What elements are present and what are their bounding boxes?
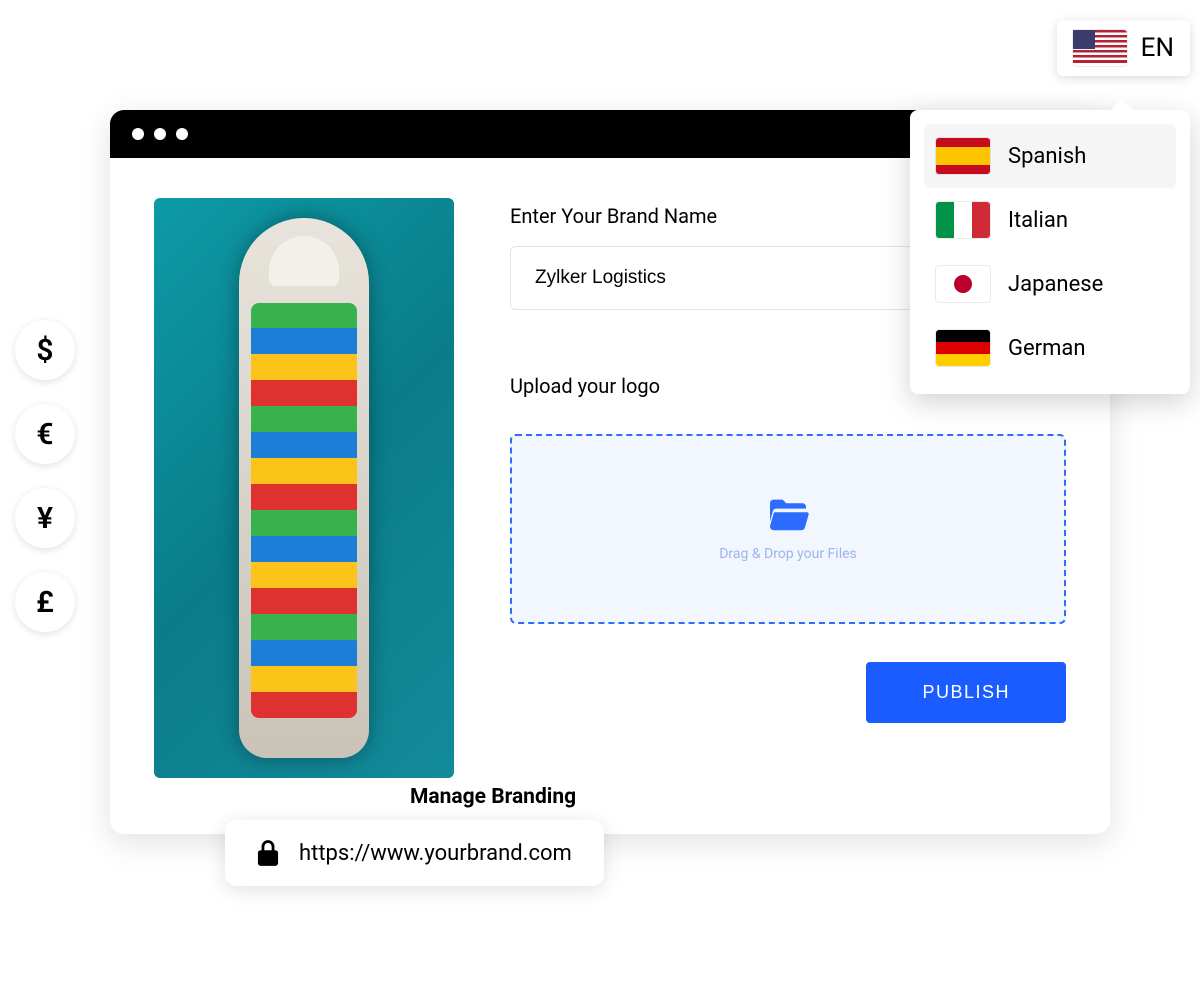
currency-chip-usd[interactable]: $ <box>15 320 75 380</box>
language-dropdown: Spanish Italian Japanese German <box>910 110 1190 394</box>
manage-branding-caption: Manage Branding <box>410 785 576 809</box>
language-option-label: Italian <box>1008 208 1068 233</box>
logo-dropzone[interactable]: Drag & Drop your Files <box>510 434 1066 624</box>
flag-it-icon <box>936 202 990 238</box>
language-option-italian[interactable]: Italian <box>924 188 1176 252</box>
currency-chip-eur[interactable]: € <box>15 404 75 464</box>
window-dot <box>154 128 166 140</box>
currency-rail: $ € ¥ £ <box>15 320 75 632</box>
flag-us-icon <box>1073 30 1127 66</box>
container-ship-illustration <box>239 218 369 758</box>
language-selector-chip[interactable]: EN <box>1057 20 1190 76</box>
language-option-label: German <box>1008 336 1086 361</box>
publish-button[interactable]: PUBLISH <box>866 662 1066 723</box>
url-display: https://www.yourbrand.com <box>225 820 604 886</box>
flag-de-icon <box>936 330 990 366</box>
language-code: EN <box>1141 33 1174 63</box>
language-option-label: Japanese <box>1008 272 1103 297</box>
flag-es-icon <box>936 138 990 174</box>
window-dot <box>176 128 188 140</box>
window-dot <box>132 128 144 140</box>
currency-chip-gbp[interactable]: £ <box>15 572 75 632</box>
language-option-german[interactable]: German <box>924 316 1176 380</box>
folder-open-icon <box>766 496 810 532</box>
brand-hero-image <box>154 198 454 778</box>
language-option-japanese[interactable]: Japanese <box>924 252 1176 316</box>
language-option-label: Spanish <box>1008 144 1086 169</box>
flag-jp-icon <box>936 266 990 302</box>
dropzone-hint: Drag & Drop your Files <box>719 546 857 562</box>
lock-icon <box>257 840 279 866</box>
language-option-spanish[interactable]: Spanish <box>924 124 1176 188</box>
brand-url: https://www.yourbrand.com <box>299 841 572 866</box>
currency-chip-jpy[interactable]: ¥ <box>15 488 75 548</box>
